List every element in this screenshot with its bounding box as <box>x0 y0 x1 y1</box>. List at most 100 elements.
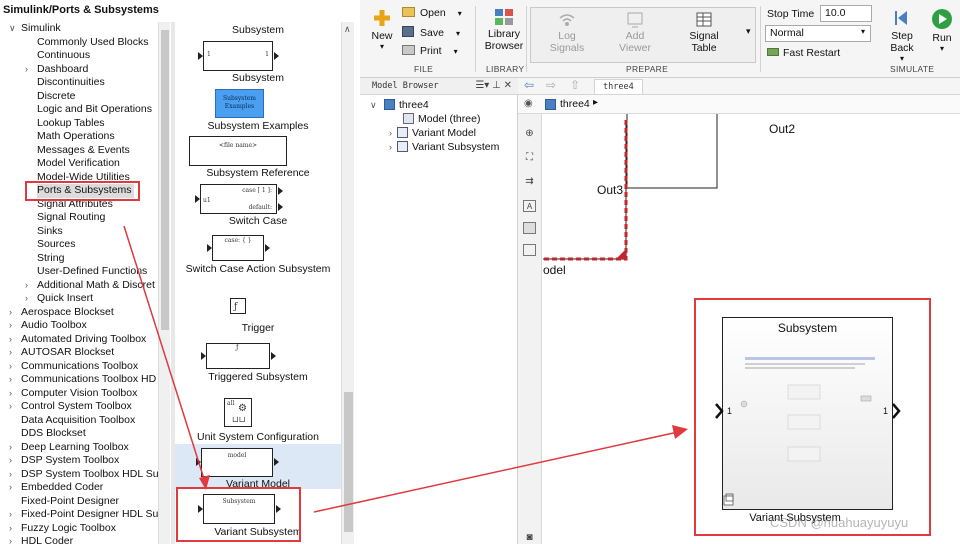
forward-arrow-icon[interactable]: ⇨ <box>546 78 556 92</box>
chevron-right-icon[interactable]: › <box>25 292 35 306</box>
tree-item[interactable]: › Additional Math & Discret <box>25 279 155 293</box>
add-viewer-button[interactable]: Add Viewer <box>613 12 657 54</box>
step-back-button[interactable]: Step Back ▾ <box>882 8 922 63</box>
chevron-right-icon[interactable]: › <box>9 400 19 414</box>
tree-item[interactable]: › HDL Coder <box>9 535 73 544</box>
tree-item[interactable]: String <box>37 252 64 266</box>
block-variant-model[interactable]: model <box>201 448 273 477</box>
model-browser-root[interactable]: ∨ three4 <box>370 98 429 112</box>
library-tree-scrollbar[interactable] <box>158 22 170 544</box>
print-button[interactable]: Print ▾ <box>402 45 458 57</box>
block-trigger[interactable]: ƒ <box>230 298 246 314</box>
tree-item[interactable]: Discrete <box>37 90 76 104</box>
annotation-icon[interactable]: A <box>523 200 536 212</box>
tree-item[interactable]: Logic and Bit Operations <box>37 103 152 117</box>
tree-item[interactable]: › Deep Learning Toolbox <box>9 441 129 455</box>
zoom-in-icon[interactable]: ⊕ <box>523 128 536 140</box>
chevron-right-icon[interactable]: › <box>9 387 19 401</box>
block-subsystem-examples[interactable]: Subsystem Examples <box>215 89 264 118</box>
tree-item[interactable]: › Fixed-Point Designer HDL Sup <box>9 508 158 522</box>
tree-item[interactable]: Messages & Events <box>37 144 130 158</box>
library-browser-button[interactable]: Library Browser <box>482 8 526 52</box>
chevron-right-icon[interactable]: › <box>9 535 19 544</box>
chevron-right-icon[interactable]: › <box>9 319 19 333</box>
chevron-right-icon[interactable]: › <box>9 522 19 536</box>
model-browser-item[interactable]: › Variant Model <box>389 126 476 140</box>
tree-item[interactable]: › Communications Toolbox <box>9 360 138 374</box>
tree-item[interactable]: User-Defined Functions <box>37 265 147 279</box>
tree-item[interactable]: › Communications Toolbox HD <box>9 373 156 387</box>
tree-item[interactable]: Continuous <box>37 49 90 63</box>
run-button[interactable]: Run ▾ <box>927 8 957 53</box>
save-button[interactable]: Save ▾ <box>402 26 460 39</box>
chevron-right-icon[interactable]: › <box>9 468 19 482</box>
tree-item[interactable]: › Dashboard <box>25 63 88 77</box>
tree-item[interactable]: › Control System Toolbox <box>9 400 132 414</box>
tree-item[interactable]: › Embedded Coder <box>9 481 103 495</box>
tree-item[interactable]: › DSP System Toolbox HDL Sup <box>9 468 158 482</box>
hide-explorer-icon[interactable]: ◉ <box>524 98 533 109</box>
new-button[interactable]: New ▾ <box>368 8 396 51</box>
image-icon[interactable] <box>523 222 536 234</box>
tree-item[interactable]: Data Acquisition Toolbox <box>21 414 135 428</box>
scrollbar-thumb[interactable] <box>161 30 169 330</box>
fit-view-icon[interactable]: ⛶ <box>523 152 536 164</box>
tree-item[interactable]: › Fuzzy Logic Toolbox <box>9 522 116 536</box>
tree-item[interactable]: Signal Routing <box>37 211 105 225</box>
tree-item[interactable]: › Quick Insert <box>25 292 93 306</box>
tree-item[interactable]: Sinks <box>37 225 63 239</box>
model-browser-item[interactable]: › Variant Subsystem <box>389 140 499 154</box>
block-switch-case[interactable]: u1 case [ 1 ]: default: <box>200 184 277 214</box>
chevron-right-icon[interactable]: › <box>9 441 19 455</box>
close-icon[interactable]: ✕ <box>504 80 512 91</box>
model-browser-item[interactable]: Model (three) <box>403 112 480 126</box>
tree-item[interactable]: › Aerospace Blockset <box>9 306 114 320</box>
chevron-right-icon[interactable]: › <box>9 373 19 387</box>
tree-item[interactable]: Math Operations <box>37 130 115 144</box>
tree-item[interactable]: Commonly Used Blocks <box>37 36 148 50</box>
options-icon[interactable]: ☰▾ <box>475 80 489 91</box>
stop-time-input[interactable]: 10.0 <box>820 5 872 22</box>
tree-item[interactable]: Fixed-Point Designer <box>21 495 119 509</box>
tree-item[interactable]: Sources <box>37 238 76 252</box>
pin-icon[interactable]: ⊥ <box>492 80 501 91</box>
editor-tab[interactable]: three4 <box>594 79 643 94</box>
block-unit-system-config[interactable]: all ⚙ ⊔⊔ <box>224 398 252 427</box>
chevron-right-icon[interactable]: › <box>9 454 19 468</box>
tree-item[interactable]: › AUTOSAR Blockset <box>9 346 114 360</box>
fast-restart-toggle[interactable]: Fast Restart <box>767 47 840 59</box>
chevron-right-icon[interactable]: › <box>25 279 35 293</box>
tree-item[interactable]: › Audio Toolbox <box>9 319 87 333</box>
prepare-expand-icon[interactable]: ▾ <box>746 26 751 37</box>
tree-item[interactable]: › DSP System Toolbox <box>9 454 119 468</box>
block-list-scrollbar[interactable]: ∧ <box>341 22 354 544</box>
chevron-right-icon[interactable]: › <box>9 508 19 522</box>
scrollbar-thumb[interactable] <box>344 392 353 532</box>
tree-item[interactable]: › Computer Vision Toolbox <box>9 387 137 401</box>
up-arrow-icon[interactable]: ⇧ <box>570 78 580 92</box>
tree-item[interactable]: Model Verification <box>37 157 120 171</box>
variant-subsystem-block-zoom[interactable] <box>722 317 893 510</box>
arrow-right-icon[interactable]: ⇉ <box>523 176 536 188</box>
chevron-right-icon[interactable]: › <box>9 360 19 374</box>
chevron-right-icon[interactable]: › <box>9 333 19 347</box>
chevron-right-icon[interactable]: › <box>9 306 19 320</box>
scroll-up-icon[interactable]: ∧ <box>344 24 351 35</box>
log-signals-button[interactable]: Log Signals <box>545 12 589 54</box>
breadcrumb[interactable]: three4 <box>560 98 590 110</box>
back-arrow-icon[interactable]: ⇦ <box>524 78 534 92</box>
tree-item[interactable]: Discontinuities <box>37 76 105 90</box>
simulation-mode-select[interactable]: Normal ▾ <box>765 25 871 42</box>
tree-item[interactable]: ∨ Simulink <box>9 22 61 36</box>
chevron-right-icon[interactable]: › <box>9 481 19 495</box>
block-switch-case-action[interactable]: case: { } <box>212 235 264 261</box>
signal-table-button[interactable]: Signal Table <box>682 12 726 54</box>
tree-item[interactable]: Lookup Tables <box>37 117 105 131</box>
chevron-right-icon[interactable]: › <box>25 63 35 77</box>
area-icon[interactable] <box>523 244 536 256</box>
tree-item[interactable]: › Automated Driving Toolbox <box>9 333 146 347</box>
tree-item[interactable]: DDS Blockset <box>21 427 86 441</box>
block-triggered-subsystem[interactable]: ƒ <box>206 343 270 369</box>
open-button[interactable]: Open ▾ <box>402 7 462 19</box>
camera-icon[interactable]: ◙ <box>523 532 536 544</box>
